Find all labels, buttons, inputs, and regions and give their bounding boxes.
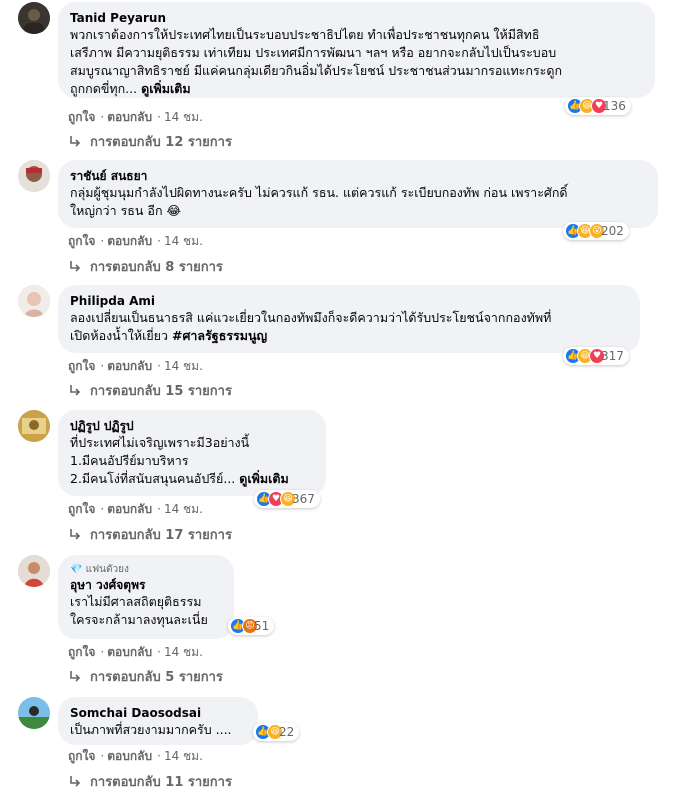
comment-timestamp[interactable]: 14 ชม. — [164, 110, 203, 124]
comment-author[interactable]: ปฏิรูป ปฏิรูป — [70, 418, 314, 434]
reply-button[interactable]: ตอบกลับ — [107, 359, 152, 373]
reaction-count: 22 — [279, 725, 295, 739]
diamond-icon: 💎 — [70, 564, 86, 575]
reply-button[interactable]: ตอบกลับ — [107, 234, 152, 248]
comment-bubble: Philipda Ami ลองเปลี่ยนเป็นธนาธรสิ แค่แว… — [58, 285, 640, 353]
comment-bubble: 💎 แฟนตัวยง อุษา วงศ์จตุพร เราไม่มีศาลสถิ… — [58, 555, 234, 639]
like-button[interactable]: ถูกใจ — [68, 234, 95, 248]
avatar[interactable] — [18, 410, 50, 442]
hashtag-link[interactable]: #ศาลรัฐธรรมนูญ — [172, 328, 267, 343]
view-replies-link[interactable]: การตอบกลับ 5 รายการ — [68, 666, 223, 687]
comment-actions: ถูกใจ · ตอบกลับ · 14 ชม. — [68, 645, 203, 659]
reaction-summary[interactable]: 👍 😆 😮 202 — [563, 222, 629, 240]
comment-text: เป็นภาพที่สวยงามมากครับ .... — [70, 722, 232, 737]
reply-arrow-icon — [70, 528, 81, 540]
view-replies-link[interactable]: การตอบกลับ 17 รายการ — [68, 524, 232, 545]
reaction-count: 136 — [603, 99, 626, 113]
like-button[interactable]: ถูกใจ — [68, 749, 95, 763]
view-replies-link[interactable]: การตอบกลับ 15 รายการ — [68, 380, 232, 401]
reaction-summary[interactable]: 👍 😆 ♥ 136 — [565, 97, 631, 115]
view-replies-link[interactable]: การตอบกลับ 8 รายการ — [68, 256, 223, 277]
reaction-count: 51 — [254, 619, 270, 633]
reply-arrow-icon — [70, 775, 81, 787]
comment-bubble: Somchai Daosodsai เป็นภาพที่สวยงามมากครั… — [58, 697, 258, 745]
comment-actions: ถูกใจ · ตอบกลับ · 14 ชม. — [68, 359, 203, 373]
comment-timestamp[interactable]: 14 ชม. — [164, 645, 203, 659]
comment-author[interactable]: Tanid Peyarun — [70, 10, 643, 26]
see-more-link[interactable]: ดูเพิ่มเติม — [239, 471, 289, 486]
reaction-count: 317 — [601, 349, 624, 363]
comment-text: พวกเราต้องการให้ประเทศไทยเป็นระบอบประชาธ… — [70, 27, 563, 96]
comment-bubble: ปฏิรูป ปฏิรูป ที่ประเทศไม่เจริญเพราะมี3อ… — [58, 410, 326, 496]
comment-text: เราไม่มีศาลสถิตยุติธรรม ใครจะกล้ามาลงทุน… — [70, 594, 208, 627]
comment-author[interactable]: Philipda Ami — [70, 293, 628, 309]
comment-timestamp[interactable]: 14 ชม. — [164, 234, 203, 248]
comment-author[interactable]: อุษา วงศ์จตุพร — [70, 577, 222, 593]
comment-text: กลุ่มผู้ชุมนุมกำลังไปผิดทางนะครับ ไม่ควร… — [70, 185, 568, 218]
like-button[interactable]: ถูกใจ — [68, 645, 95, 659]
reply-arrow-icon — [70, 670, 81, 682]
comment-bubble: Tanid Peyarun พวกเราต้องการให้ประเทศไทยเ… — [58, 2, 655, 98]
avatar[interactable] — [18, 285, 50, 317]
comment-actions: ถูกใจ · ตอบกลับ · 14 ชม. — [68, 502, 203, 516]
see-more-link[interactable]: ดูเพิ่มเติม — [141, 81, 191, 96]
avatar[interactable] — [18, 697, 50, 729]
comment-author[interactable]: Somchai Daosodsai — [70, 705, 246, 721]
comment-bubble: ราชันย์ สนธยา กลุ่มผู้ชุมนุมกำลังไปผิดทา… — [58, 160, 658, 228]
reply-button[interactable]: ตอบกลับ — [107, 749, 152, 763]
view-replies-link[interactable]: การตอบกลับ 11 รายการ — [68, 771, 232, 792]
comment-timestamp[interactable]: 14 ชม. — [164, 359, 203, 373]
reaction-summary[interactable]: 👍 😡 51 — [228, 617, 275, 635]
reply-arrow-icon — [70, 384, 81, 396]
reply-button[interactable]: ตอบกลับ — [107, 645, 152, 659]
reaction-count: 202 — [601, 224, 624, 238]
reply-arrow-icon — [70, 260, 81, 272]
reaction-summary[interactable]: 👍 ♥ 😆 367 — [254, 490, 320, 508]
comment-timestamp[interactable]: 14 ชม. — [164, 502, 203, 516]
view-replies-link[interactable]: การตอบกลับ 12 รายการ — [68, 131, 232, 152]
comment-text: ลองเปลี่ยนเป็นธนาธรสิ แค่แวะเยี่ยวในกองท… — [70, 310, 552, 343]
reaction-summary[interactable]: 👍 😆 22 — [253, 723, 300, 741]
like-button[interactable]: ถูกใจ — [68, 359, 95, 373]
reply-arrow-icon — [70, 135, 81, 147]
comment-thread: Tanid Peyarun พวกเราต้องการให้ประเทศไทยเ… — [0, 0, 683, 797]
avatar[interactable] — [18, 555, 50, 587]
like-button[interactable]: ถูกใจ — [68, 110, 95, 124]
comment-timestamp[interactable]: 14 ชม. — [164, 749, 203, 763]
comment-author[interactable]: ราชันย์ สนธยา — [70, 168, 646, 184]
reaction-summary[interactable]: 👍 😆 ♥ 317 — [563, 347, 629, 365]
reply-button[interactable]: ตอบกลับ — [107, 502, 152, 516]
avatar[interactable] — [18, 160, 50, 192]
comment-actions: ถูกใจ · ตอบกลับ · 14 ชม. — [68, 749, 203, 763]
top-fan-badge: 💎 แฟนตัวยง — [70, 564, 129, 575]
avatar[interactable] — [18, 2, 50, 34]
reaction-count: 367 — [292, 492, 315, 506]
comment-text: ที่ประเทศไม่เจริญเพราะมี3อย่างนี้ 1.มีคน… — [70, 435, 289, 486]
reply-button[interactable]: ตอบกลับ — [107, 110, 152, 124]
comment-actions: ถูกใจ · ตอบกลับ · 14 ชม. — [68, 234, 203, 248]
like-button[interactable]: ถูกใจ — [68, 502, 95, 516]
comment-actions: ถูกใจ · ตอบกลับ · 14 ชม. — [68, 110, 203, 124]
